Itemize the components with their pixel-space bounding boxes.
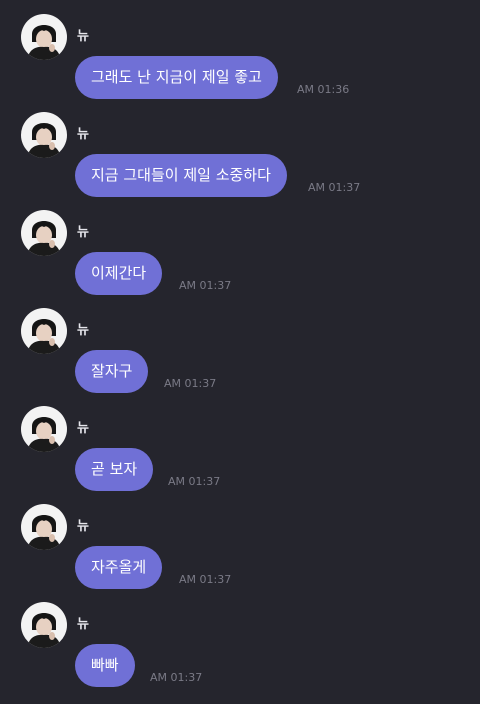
sender-name: 뉴 (77, 127, 89, 142)
avatar-photo-icon (27, 319, 61, 354)
message-row: 뉴 이제간다 AM 01:37 (0, 210, 480, 306)
avatar-photo-icon (27, 123, 61, 158)
sender-name: 뉴 (77, 323, 89, 338)
message-row: 뉴 잘자구 AM 01:37 (0, 308, 480, 404)
avatar-photo-icon (27, 221, 61, 256)
message-timestamp: AM 01:36 (297, 83, 350, 96)
message-timestamp: AM 01:37 (179, 573, 232, 586)
message-bubble[interactable]: 그래도 난 지금이 제일 좋고 (75, 56, 278, 99)
avatar-photo-icon (27, 515, 61, 550)
avatar[interactable] (21, 504, 67, 550)
message-bubble[interactable]: 지금 그대들이 제일 소중하다 (75, 154, 287, 197)
sender-name: 뉴 (77, 421, 89, 436)
avatar[interactable] (21, 602, 67, 648)
message-timestamp: AM 01:37 (168, 475, 221, 488)
message-bubble[interactable]: 곧 보자 (75, 448, 154, 491)
sender-name: 뉴 (77, 617, 89, 632)
sender-name: 뉴 (77, 519, 89, 534)
message-timestamp: AM 01:37 (150, 671, 203, 684)
avatar[interactable] (21, 406, 67, 452)
message-bubble[interactable]: 빠빠 (75, 644, 135, 687)
avatar[interactable] (21, 112, 67, 158)
message-timestamp: AM 01:37 (179, 279, 232, 292)
message-timestamp: AM 01:37 (164, 377, 217, 390)
avatar-photo-icon (27, 417, 61, 452)
avatar[interactable] (21, 14, 67, 60)
message-bubble[interactable]: 잘자구 (75, 350, 149, 393)
message-row: 뉴 그래도 난 지금이 제일 좋고 AM 01:36 (0, 14, 480, 110)
message-row: 뉴 곧 보자 AM 01:37 (0, 406, 480, 502)
avatar[interactable] (21, 308, 67, 354)
message-bubble[interactable]: 자주올게 (75, 546, 163, 589)
avatar[interactable] (21, 210, 67, 256)
message-row: 뉴 빠빠 AM 01:37 (0, 602, 480, 698)
chat-transcript: 뉴 그래도 난 지금이 제일 좋고 AM 01:36 뉴 지금 그대들이 제일 … (0, 0, 480, 704)
avatar-photo-icon (27, 25, 61, 60)
avatar-photo-icon (27, 613, 61, 648)
message-bubble[interactable]: 이제간다 (75, 252, 163, 295)
sender-name: 뉴 (77, 29, 89, 44)
message-timestamp: AM 01:37 (308, 181, 361, 194)
message-row: 뉴 지금 그대들이 제일 소중하다 AM 01:37 (0, 112, 480, 208)
message-row: 뉴 자주올게 AM 01:37 (0, 504, 480, 600)
sender-name: 뉴 (77, 225, 89, 240)
